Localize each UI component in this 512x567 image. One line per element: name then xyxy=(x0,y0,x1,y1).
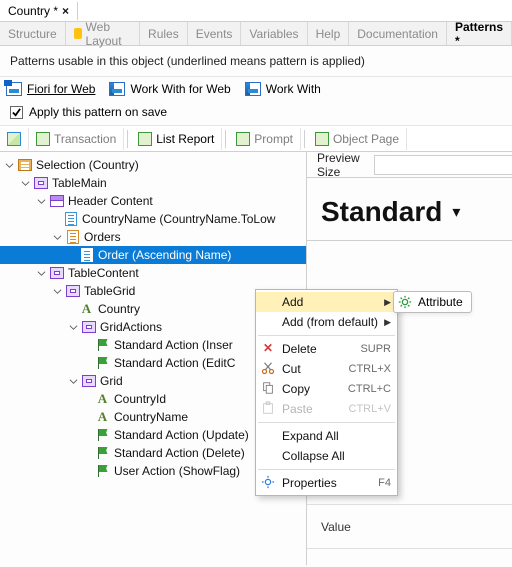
document-icon xyxy=(79,248,94,262)
pattern-toolbar: Transaction List Report Prompt Object Pa… xyxy=(0,126,512,152)
delete-icon: ✕ xyxy=(261,341,275,355)
pattern-strip: Fiori for Web Work With for Web Work Wit… xyxy=(0,77,512,99)
preview-size-row: Preview Size xyxy=(307,152,512,178)
apply-pattern-label: Apply this pattern on save xyxy=(29,105,167,119)
document-tab[interactable]: Country * × xyxy=(0,2,78,20)
copy-icon xyxy=(261,381,275,395)
letter-a-icon: A xyxy=(95,410,110,424)
paste-icon xyxy=(261,401,275,415)
transaction-icon xyxy=(36,132,50,146)
letter-a-icon: A xyxy=(79,302,94,316)
grid-icon xyxy=(81,374,96,388)
menu-copy[interactable]: CopyCTRL+C xyxy=(256,379,397,399)
tree-node-header-content[interactable]: Header Content xyxy=(0,192,306,210)
grid-icon xyxy=(33,176,48,190)
object-page-icon xyxy=(315,132,329,146)
tab-structure[interactable]: Structure xyxy=(0,22,66,45)
grid-icon xyxy=(81,320,96,334)
document-icon xyxy=(63,212,78,226)
tab-documentation[interactable]: Documentation xyxy=(349,22,447,45)
standard-title: Standard xyxy=(321,196,442,228)
preview-size-label: Preview Size xyxy=(317,152,360,179)
pattern-work-with[interactable]: Work With xyxy=(245,82,321,96)
flag-icon xyxy=(95,428,110,442)
attribute-label: Attribute xyxy=(418,295,463,309)
tree-node-countryname[interactable]: CountryName (CountryName.ToLow xyxy=(0,210,306,228)
attribute-tooltip[interactable]: Attribute xyxy=(393,291,472,313)
toolbar-list-report[interactable]: List Report xyxy=(131,128,222,150)
expand-toggle[interactable] xyxy=(52,232,63,243)
expand-toggle[interactable] xyxy=(68,376,79,387)
gear-icon xyxy=(261,475,275,489)
submenu-arrow-icon: ▶ xyxy=(384,297,391,308)
pattern-fiori-for-web[interactable]: Fiori for Web xyxy=(6,82,95,96)
submenu-arrow-icon: ▶ xyxy=(384,317,391,328)
grid-icon xyxy=(49,266,64,280)
menu-collapse-all[interactable]: Collapse All xyxy=(256,446,397,466)
tree-node-orders[interactable]: Orders xyxy=(0,228,306,246)
apply-pattern-row: Apply this pattern on save xyxy=(0,99,512,126)
preview-size-input[interactable] xyxy=(374,155,512,175)
tab-help[interactable]: Help xyxy=(308,22,350,45)
value-row-2: Value xyxy=(307,505,512,549)
cut-icon xyxy=(261,361,275,375)
header-icon xyxy=(49,194,64,208)
document-tab-title: Country * xyxy=(8,4,58,18)
expand-toggle[interactable] xyxy=(52,286,63,297)
document-icon xyxy=(65,230,80,244)
transaction-icon xyxy=(7,132,21,146)
toolbar-object-page[interactable]: Object Page xyxy=(308,128,407,150)
toolbar-prompt[interactable]: Prompt xyxy=(229,128,301,150)
flag-icon xyxy=(95,464,110,478)
standard-header[interactable]: Standard ▾ xyxy=(307,178,512,236)
toolbar-transaction[interactable] xyxy=(0,128,29,150)
expand-toggle[interactable] xyxy=(4,160,15,171)
expand-toggle[interactable] xyxy=(20,178,31,189)
pattern-icon xyxy=(109,82,125,96)
tab-rules[interactable]: Rules xyxy=(140,22,188,45)
menu-properties[interactable]: PropertiesF4 xyxy=(256,473,397,493)
menu-add-from-default[interactable]: Add (from default)▶ xyxy=(256,312,397,332)
editor-tabs: Structure Web Layout Rules Events Variab… xyxy=(0,22,512,46)
menu-paste: PasteCTRL+V xyxy=(256,399,397,419)
palette-icon xyxy=(74,28,82,39)
menu-delete[interactable]: ✕ DeleteSUPR xyxy=(256,339,397,359)
chevron-down-icon[interactable]: ▾ xyxy=(452,202,460,222)
flag-icon xyxy=(95,338,110,352)
expand-toggle[interactable] xyxy=(36,196,47,207)
tab-variables[interactable]: Variables xyxy=(241,22,307,45)
tree-node-selection[interactable]: Selection (Country) xyxy=(0,156,306,174)
expand-toggle[interactable] xyxy=(36,268,47,279)
grid-icon xyxy=(65,284,80,298)
tree-node-order-selected[interactable]: Order (Ascending Name) xyxy=(0,246,306,264)
pattern-icon xyxy=(6,82,22,96)
apply-pattern-checkbox[interactable] xyxy=(10,106,23,119)
close-icon[interactable]: × xyxy=(62,4,69,18)
pattern-icon xyxy=(245,82,261,96)
document-tabs: Country * × xyxy=(0,0,512,22)
menu-cut[interactable]: CutCTRL+X xyxy=(256,359,397,379)
flag-icon xyxy=(95,356,110,370)
pattern-work-with-for-web[interactable]: Work With for Web xyxy=(109,82,230,96)
tree-node-tablemain[interactable]: TableMain xyxy=(0,174,306,192)
list-icon xyxy=(17,158,32,172)
prompt-icon xyxy=(236,132,250,146)
flag-icon xyxy=(95,446,110,460)
menu-expand-all[interactable]: Expand All xyxy=(256,426,397,446)
context-menu: Add▶ Add (from default)▶ ✕ DeleteSUPR Cu… xyxy=(255,289,398,496)
toolbar-transaction-2[interactable]: Transaction xyxy=(29,128,124,150)
patterns-hint: Patterns usable in this object (underlin… xyxy=(0,46,512,77)
tab-patterns[interactable]: Patterns * xyxy=(447,22,512,45)
tab-web-layout[interactable]: Web Layout xyxy=(66,22,140,45)
letter-a-icon: A xyxy=(95,392,110,406)
tab-events[interactable]: Events xyxy=(188,22,242,45)
menu-add[interactable]: Add▶ xyxy=(256,292,397,312)
tree-node-tablecontent[interactable]: TableContent xyxy=(0,264,306,282)
list-report-icon xyxy=(138,132,152,146)
gear-icon xyxy=(398,295,412,309)
expand-toggle[interactable] xyxy=(68,322,79,333)
